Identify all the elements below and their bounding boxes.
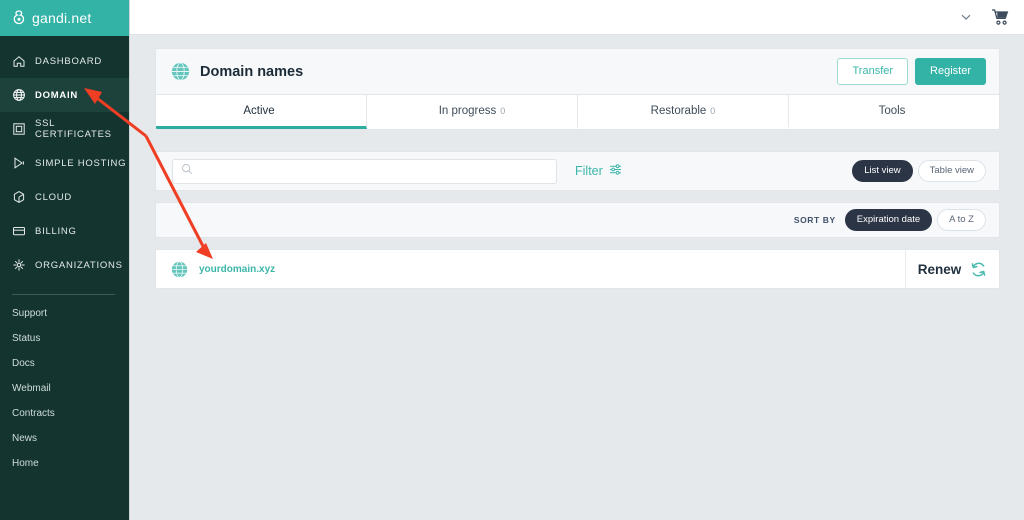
sidebar-link-label: Contracts: [12, 408, 55, 419]
renew-label: Renew: [917, 261, 962, 277]
sidebar-link-news[interactable]: News: [0, 426, 129, 451]
domain-list-item[interactable]: yourdomain.xyz Renew: [155, 249, 1000, 289]
sidebar-item-ssl-certificates[interactable]: SSL CERTIFICATES: [0, 112, 129, 146]
tab-count: 0: [500, 105, 506, 116]
cloud-hex-icon: [12, 190, 26, 204]
home-icon: [12, 54, 26, 68]
app-root: gandi.net DASHBOARD DOMAIN SSL CERTIFICA…: [0, 0, 1024, 520]
tab-label: In progress: [438, 104, 497, 117]
page-title: Domain names: [200, 63, 304, 80]
sidebar: gandi.net DASHBOARD DOMAIN SSL CERTIFICA…: [0, 0, 130, 520]
sort-a-to-z-button[interactable]: A to Z: [937, 209, 986, 231]
sidebar-item-label: SIMPLE HOSTING: [35, 157, 127, 169]
sidebar-link-webmail[interactable]: Webmail: [0, 376, 129, 401]
search-icon: [181, 162, 193, 180]
sidebar-link-label: News: [12, 433, 38, 444]
chevron-down-icon[interactable]: [959, 10, 973, 24]
sidebar-link-home[interactable]: Home: [0, 451, 129, 476]
sidebar-item-domain[interactable]: DOMAIN: [0, 78, 129, 112]
tab-in-progress[interactable]: In progress 0: [367, 95, 578, 129]
domain-panel: Domain names Transfer Register Active In…: [155, 48, 1000, 130]
domain-info[interactable]: yourdomain.xyz: [156, 250, 906, 288]
sidebar-divider: [12, 294, 115, 295]
tab-bar: Active In progress 0 Restorable 0 Tools: [156, 94, 999, 129]
sidebar-item-label: ORGANIZATIONS: [35, 259, 123, 271]
filter-button[interactable]: Filter: [575, 163, 622, 179]
tab-label: Tools: [878, 104, 906, 117]
credit-card-icon: [12, 224, 26, 238]
panel-header: Domain names Transfer Register: [156, 49, 999, 94]
search-input[interactable]: [199, 159, 556, 183]
brand-name: gandi.net: [32, 10, 92, 26]
sidebar-item-cloud[interactable]: CLOUD: [0, 180, 129, 214]
sidebar-item-label: DOMAIN: [35, 89, 79, 101]
sidebar-link-label: Support: [12, 308, 48, 319]
globe-icon: [12, 88, 26, 102]
sidebar-item-label: BILLING: [35, 225, 77, 237]
tab-count: 0: [710, 105, 716, 116]
renew-button[interactable]: Renew: [906, 250, 999, 288]
domain-name-link[interactable]: yourdomain.xyz: [199, 264, 275, 275]
sidebar-link-contracts[interactable]: Contracts: [0, 401, 129, 426]
sidebar-link-label: Home: [12, 458, 39, 469]
sidebar-item-organizations[interactable]: ORGANIZATIONS: [0, 248, 129, 282]
sidebar-item-simple-hosting[interactable]: SIMPLE HOSTING: [0, 146, 129, 180]
sidebar-item-label: SSL CERTIFICATES: [35, 118, 112, 140]
gandi-mark-icon: [12, 10, 26, 26]
tab-active[interactable]: Active: [156, 95, 367, 129]
play-icon: [12, 156, 26, 170]
top-bar: [130, 0, 1024, 35]
table-view-button[interactable]: Table view: [917, 160, 986, 182]
sort-by-label: SORT BY: [793, 215, 836, 225]
list-view-button[interactable]: List view: [852, 160, 913, 182]
tab-label: Active: [243, 104, 275, 117]
brand-logo[interactable]: gandi.net: [0, 0, 129, 36]
content-area: Domain names Transfer Register Active In…: [130, 35, 1024, 289]
refresh-icon: [970, 261, 987, 278]
register-button[interactable]: Register: [915, 58, 986, 85]
tab-label: Restorable: [650, 104, 707, 117]
sidebar-item-billing[interactable]: BILLING: [0, 214, 129, 248]
main-area: Domain names Transfer Register Active In…: [130, 0, 1024, 520]
sidebar-link-docs[interactable]: Docs: [0, 351, 129, 376]
sort-bar: SORT BY Expiration date A to Z: [155, 202, 1000, 238]
shopping-cart-icon[interactable]: [991, 8, 1010, 26]
globe-icon: [171, 62, 190, 81]
sidebar-link-status[interactable]: Status: [0, 326, 129, 351]
sidebar-item-label: DASHBOARD: [35, 55, 102, 67]
certificate-icon: [12, 122, 26, 136]
sidebar-item-label: CLOUD: [35, 191, 73, 203]
sidebar-item-dashboard[interactable]: DASHBOARD: [0, 44, 129, 78]
sidebar-link-support[interactable]: Support: [0, 301, 129, 326]
sidebar-links: Support Status Docs Webmail Contracts Ne…: [0, 301, 129, 476]
sidebar-link-label: Webmail: [12, 383, 51, 394]
globe-icon: [171, 260, 188, 278]
transfer-button[interactable]: Transfer: [837, 58, 909, 85]
sidebar-link-label: Status: [12, 333, 41, 344]
tab-tools[interactable]: Tools: [789, 95, 999, 129]
tab-restorable[interactable]: Restorable 0: [578, 95, 789, 129]
search-toolbar: Filter List view Table view: [155, 151, 1000, 191]
sidebar-link-label: Docs: [12, 358, 35, 369]
sliders-icon: [609, 163, 622, 179]
filter-label: Filter: [575, 164, 603, 178]
search-field[interactable]: [172, 158, 557, 184]
sort-expiration-date-button[interactable]: Expiration date: [844, 209, 933, 231]
organizations-icon: [12, 258, 26, 272]
sidebar-nav: DASHBOARD DOMAIN SSL CERTIFICATES SIMPLE…: [0, 36, 129, 282]
